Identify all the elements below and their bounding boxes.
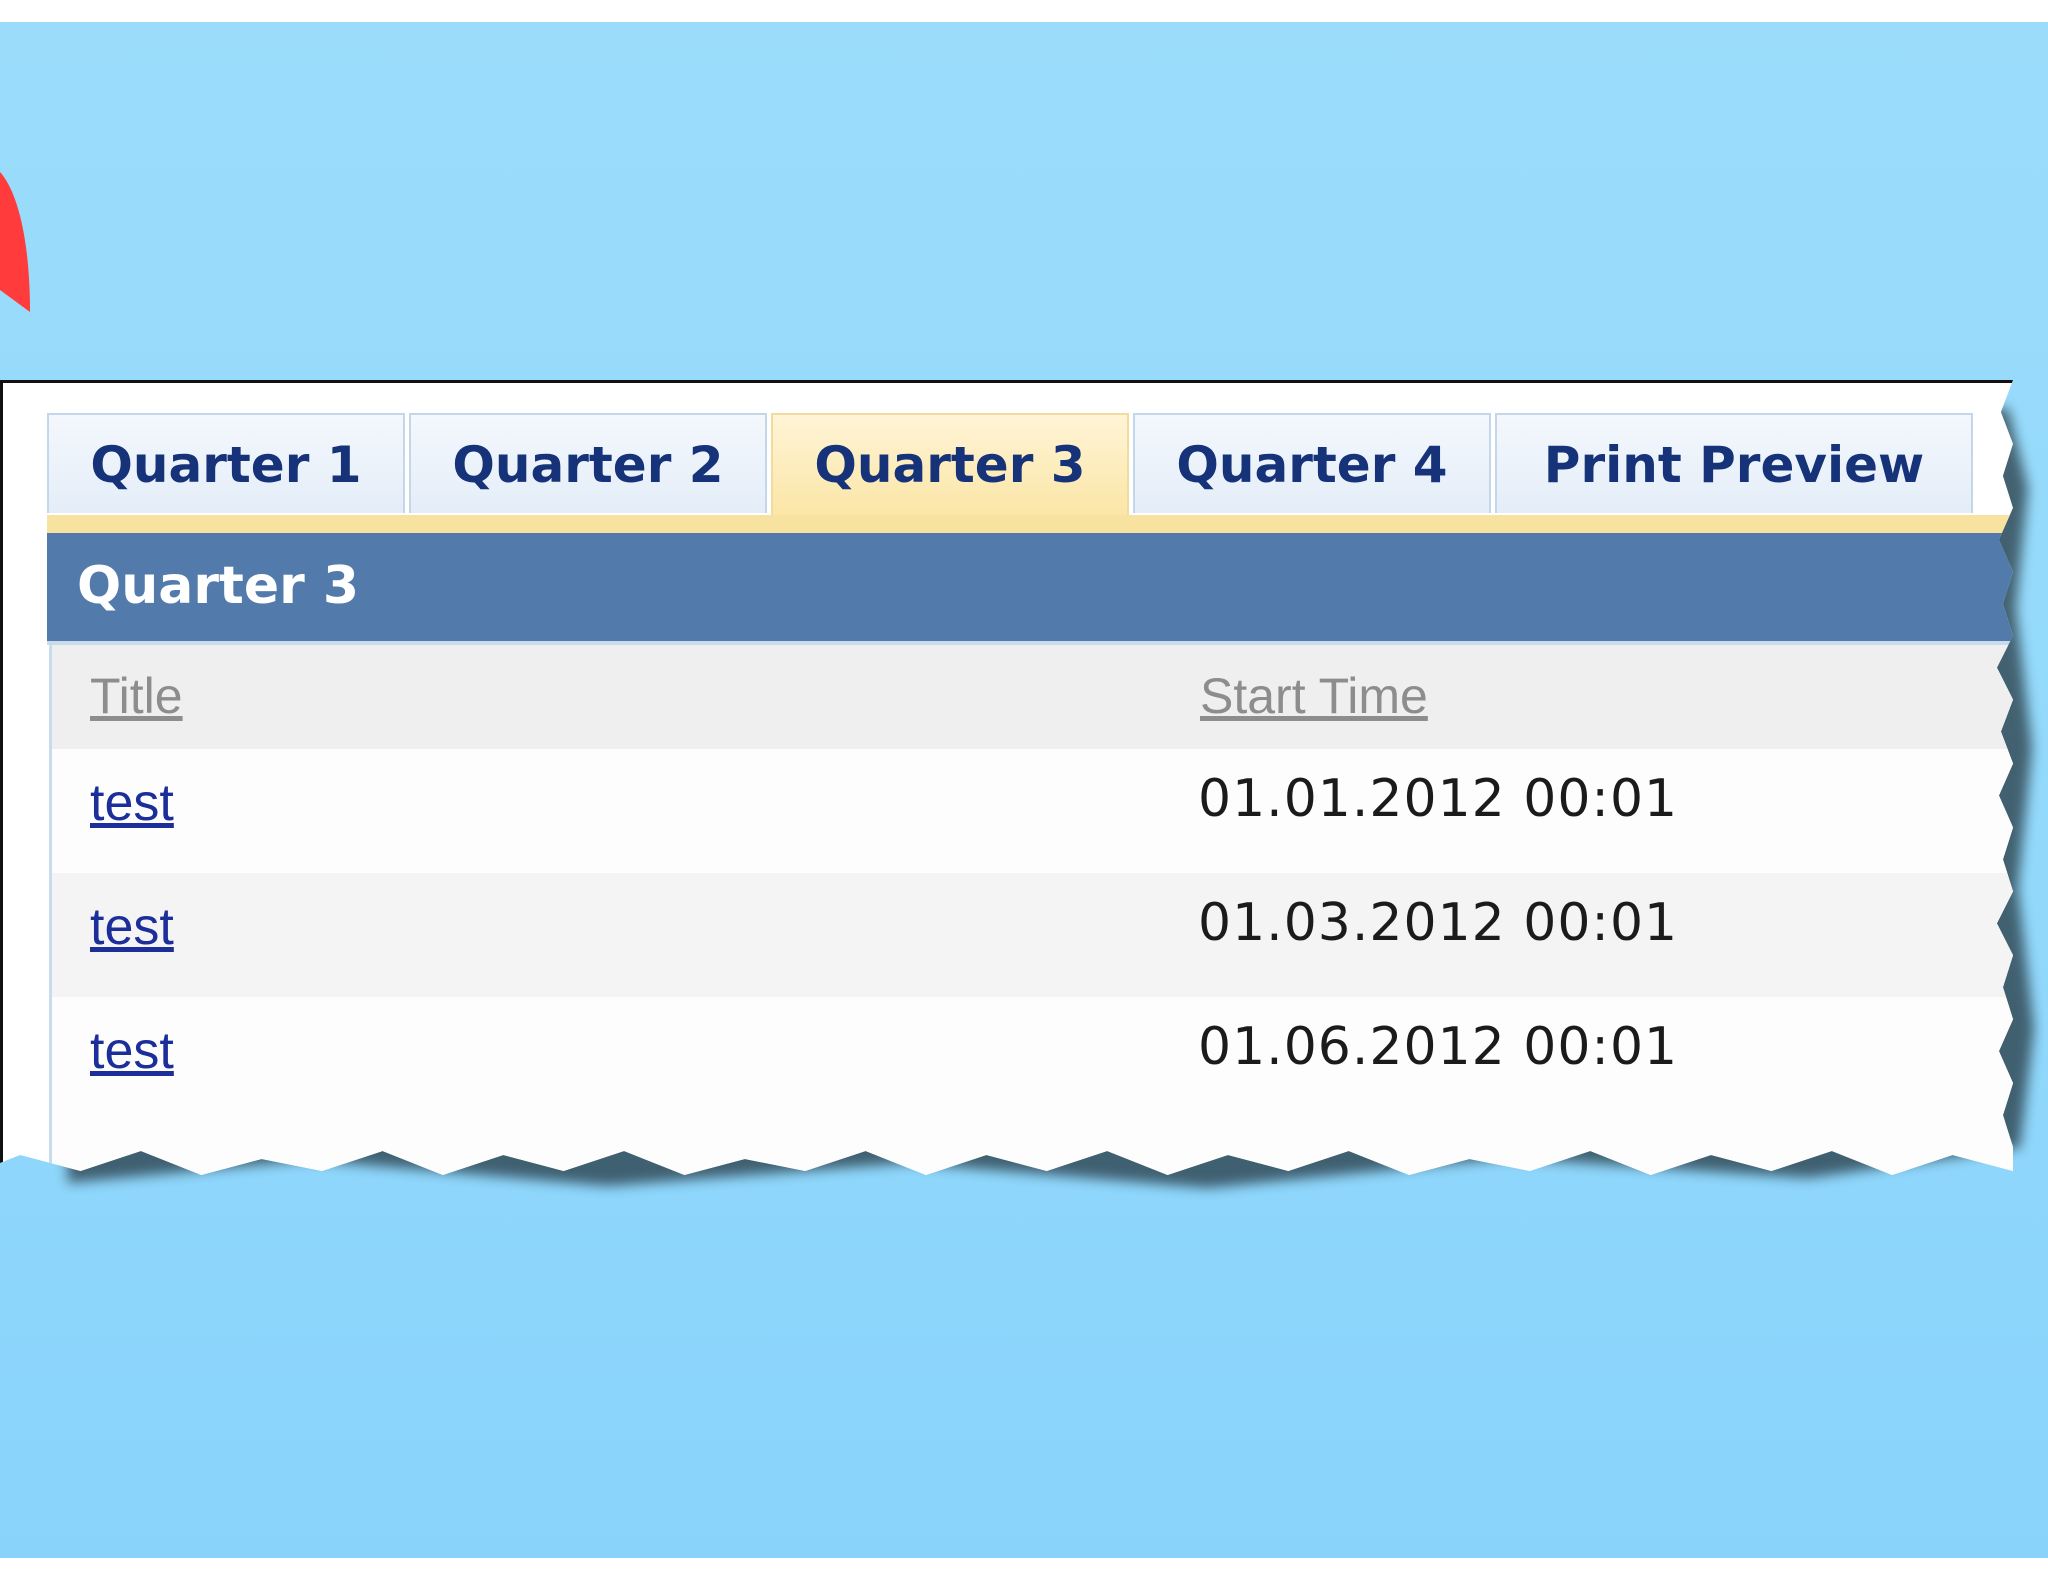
column-header-title[interactable]: Title [90,667,183,725]
row-start-time: 01.06.2012 00:01 [1198,1017,1679,1077]
tab-quarter-2[interactable]: Quarter 2 [409,413,767,513]
tab-print-preview[interactable]: Print Preview [1495,413,1973,513]
row-start-time: 01.03.2012 00:01 [1198,893,1679,953]
row-title-link[interactable]: test [90,773,174,833]
panel-title: Quarter 3 [47,533,2013,645]
row-title-link[interactable]: test [90,1021,174,1081]
tab-quarter-4[interactable]: Quarter 4 [1133,413,1491,513]
table-row: test 01.03.2012 00:01 [52,873,2013,997]
tab-quarter-3[interactable]: Quarter 3 [771,413,1129,517]
data-table: Title Start Time test 01.01.2012 00:01 t… [49,645,2013,1176]
table-row: test 01.01.2012 00:01 [52,749,2013,873]
column-header-start-time[interactable]: Start Time [1200,667,1428,725]
red-arrow-icon [0,172,30,312]
table-row: test 01.06.2012 00:01 [52,997,2013,1121]
app-snippet: Quarter 1 Quarter 2 Quarter 3 Quarter 4 … [0,380,2013,1176]
tab-underline [47,515,2013,533]
tab-strip: Quarter 1 Quarter 2 Quarter 3 Quarter 4 … [47,413,2007,517]
tab-quarter-1[interactable]: Quarter 1 [47,413,405,513]
row-title-link[interactable]: test [90,897,174,957]
table-header: Title Start Time [52,645,2013,749]
row-start-time: 01.01.2012 00:01 [1198,769,1679,829]
